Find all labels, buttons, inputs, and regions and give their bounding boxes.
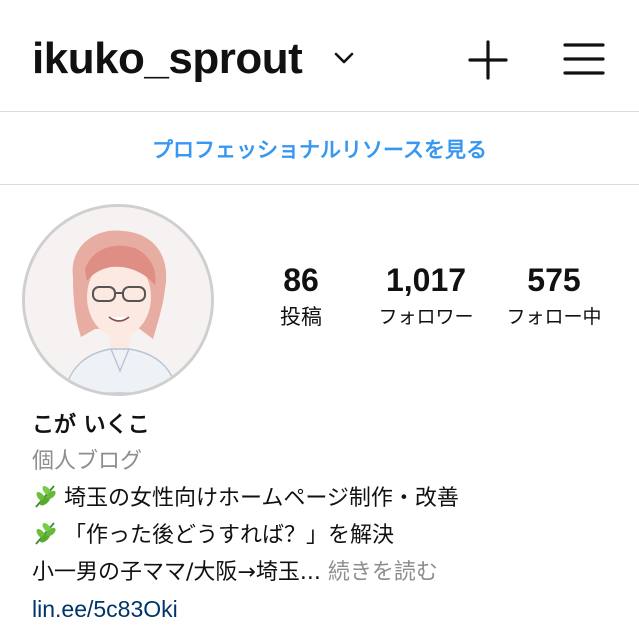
username-title[interactable]: ikuko_sprout bbox=[32, 33, 303, 85]
avatar-illustration bbox=[25, 207, 211, 393]
stat-following-count: 575 bbox=[527, 262, 581, 298]
stat-posts-count: 86 bbox=[283, 262, 319, 298]
chevron-down-icon[interactable] bbox=[332, 50, 356, 66]
hamburger-menu-icon[interactable] bbox=[563, 41, 605, 77]
herb-emoji-icon bbox=[35, 485, 56, 508]
bio-truncated-line: 小一男の子ママ/大阪→埼玉... 続きを読む bbox=[32, 554, 632, 591]
plus-icon[interactable] bbox=[468, 40, 508, 80]
display-name: こが いくこ bbox=[32, 413, 150, 438]
bio-truncated-text: 小一男の子ママ/大阪→埼玉... bbox=[32, 560, 321, 585]
avatar[interactable] bbox=[22, 204, 214, 396]
profile-link[interactable]: lin.ee/5c83Oki bbox=[32, 591, 632, 627]
stat-posts-label: 投稿 bbox=[280, 305, 322, 329]
profile-category: 個人ブログ bbox=[32, 449, 143, 474]
profile-bio: こが いくこ 個人ブログ 埼玉の女性向けホームページ制作・改善 「作った後どうす… bbox=[32, 408, 632, 627]
top-bar: ikuko_sprout bbox=[0, 0, 639, 112]
bio-line-text: 「作った後どうすれば？」を解決 bbox=[64, 523, 395, 548]
stat-followers-count: 1,017 bbox=[385, 262, 467, 298]
bio-line-text: 埼玉の女性向けホームページ制作・改善 bbox=[64, 486, 459, 511]
stat-following-label: フォロー中 bbox=[506, 306, 602, 328]
bio-line: 埼玉の女性向けホームページ制作・改善 bbox=[32, 480, 632, 517]
bio-line: 「作った後どうすれば？」を解決 bbox=[32, 517, 632, 554]
professional-resources-link[interactable]: プロフェッショナルリソースを見る bbox=[152, 134, 487, 164]
stat-followers-label: フォロワー bbox=[378, 306, 474, 328]
herb-emoji-icon bbox=[35, 522, 56, 545]
stat-followers[interactable]: 1,017 フォロワー bbox=[366, 262, 486, 332]
read-more-link[interactable]: 続きを読む bbox=[321, 560, 438, 585]
stat-posts[interactable]: 86 投稿 bbox=[266, 262, 336, 332]
stat-following[interactable]: 575 フォロー中 bbox=[496, 262, 612, 332]
professional-resources-bar: プロフェッショナルリソースを見る bbox=[0, 113, 639, 185]
